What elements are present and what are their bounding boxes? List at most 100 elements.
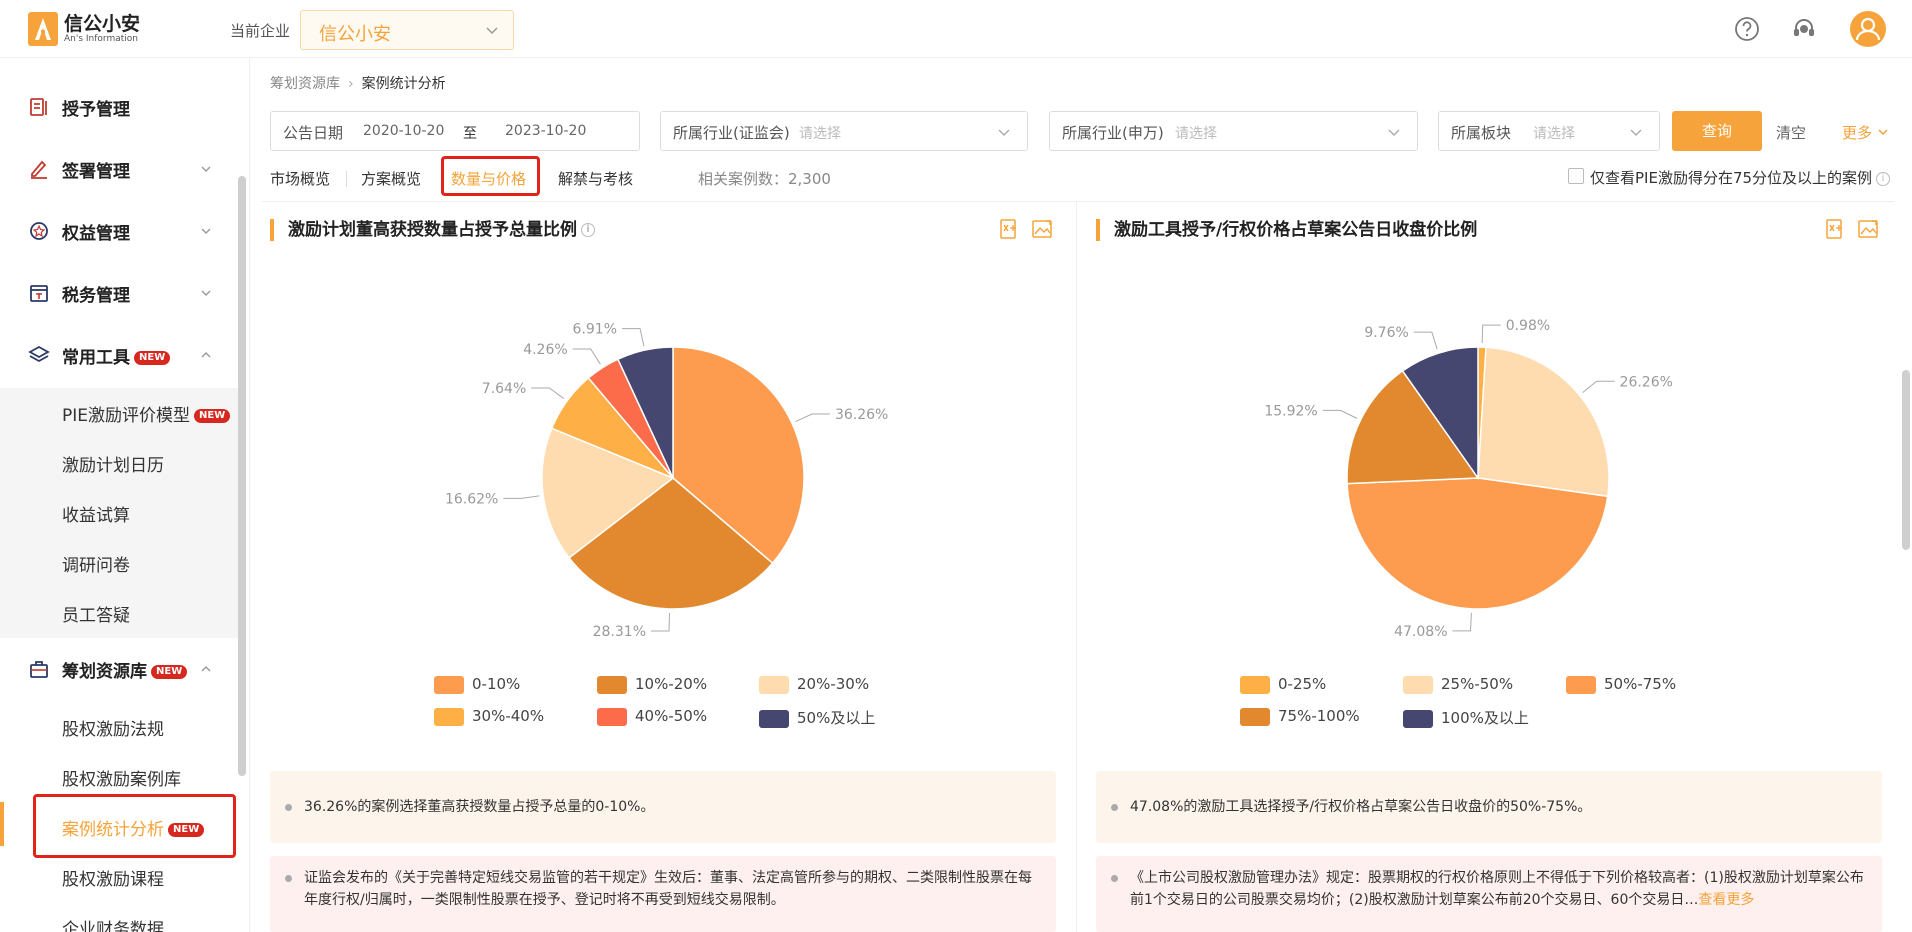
sidebar-subitem-calculator[interactable]: 收益试算: [0, 488, 240, 538]
sidebar-item-label: 授予管理: [62, 99, 130, 120]
legend-item[interactable]: 25%-50%: [1403, 675, 1513, 694]
sidebar-item-equity[interactable]: 权益管理: [0, 206, 240, 256]
label-leader-line: [1322, 409, 1358, 419]
sidebar-subitem-survey[interactable]: 调研问卷: [0, 538, 240, 588]
briefcase-icon: [30, 661, 48, 678]
help-icon[interactable]: [1734, 16, 1760, 42]
data-label: 28.31%: [593, 624, 646, 640]
label-leader-line: [1582, 380, 1615, 394]
sidebar-subitem-label: 股权激励课程: [62, 870, 164, 890]
chevron-down-icon: [201, 228, 211, 234]
tab-unlock-assessment[interactable]: 解禁与考核: [558, 168, 633, 189]
info-icon[interactable]: i: [1876, 171, 1891, 186]
date-range-filter[interactable]: 公告日期 2020-10-20 至 2023-10-20: [270, 111, 640, 151]
label-leader-line: [1413, 331, 1438, 350]
legend-item[interactable]: 30%-40%: [434, 707, 544, 726]
sidebar-subitem-calendar[interactable]: 激励计划日历: [0, 438, 240, 488]
document-icon: [30, 98, 47, 116]
tax-icon: [30, 285, 48, 302]
pie-slice[interactable]: [1346, 477, 1609, 610]
badge-icon: [30, 222, 48, 240]
legend-item[interactable]: 50%-75%: [1566, 675, 1676, 694]
industry-sw-select[interactable]: 所属行业(申万) 请选择: [1049, 111, 1418, 151]
export-image-icon[interactable]: [1031, 218, 1053, 240]
highlight-box-sidebar: [33, 794, 236, 858]
sidebar-item-sign[interactable]: 签署管理: [0, 144, 240, 194]
pie-filter-checkbox[interactable]: [1568, 168, 1584, 184]
insight-text: 36.26%的案例选择董高获授数量占授予总量的0-10%。: [304, 799, 655, 815]
tab-market-overview[interactable]: 市场概览: [270, 168, 330, 189]
user-avatar[interactable]: [1850, 11, 1886, 47]
industry-csrc-select[interactable]: 所属行业(证监会) 请选择: [660, 111, 1028, 151]
export-excel-icon[interactable]: [1824, 218, 1846, 240]
legend-item[interactable]: 20%-30%: [759, 675, 869, 694]
board-select[interactable]: 所属板块 请选择: [1438, 111, 1660, 151]
sidebar-subitem-faq[interactable]: 员工答疑: [0, 588, 240, 638]
pie-filter-checkbox-label: 仅查看PIE激励得分在75分位及以上的案例: [1590, 169, 1873, 187]
page-scrollbar[interactable]: [1902, 370, 1910, 550]
sidebar-subitem-courses[interactable]: 股权激励课程: [0, 852, 240, 902]
data-label: 16.62%: [445, 491, 498, 507]
insight-note-left: 36.26%的案例选择董高获授数量占授予总量的0-10%。: [270, 771, 1056, 843]
sidebar-subitem-financial-data[interactable]: 企业财务数据: [0, 902, 240, 932]
data-label: 7.64%: [482, 381, 526, 397]
pie-slice[interactable]: [1477, 346, 1610, 498]
sidebar-item-resources[interactable]: 筹划资源库 NEW: [0, 644, 240, 694]
legend-item[interactable]: 40%-50%: [597, 707, 707, 726]
view-more-link[interactable]: 查看更多: [1698, 892, 1754, 908]
export-image-icon[interactable]: [1857, 218, 1879, 240]
sidebar-scrollbar[interactable]: [238, 176, 246, 776]
breadcrumb-parent[interactable]: 筹划资源库: [270, 76, 340, 92]
chart-title-right: 激励工具授予/行权价格占草案公告日收盘价比例: [1096, 219, 1477, 241]
legend-item[interactable]: 10%-20%: [597, 675, 707, 694]
company-label: 当前企业: [230, 22, 291, 40]
data-label: 15.92%: [1264, 403, 1317, 419]
date-to-input[interactable]: 2023-10-20: [505, 123, 586, 139]
tab-plan-overview[interactable]: 方案概览: [361, 168, 421, 189]
data-label: 9.76%: [1364, 325, 1408, 341]
company-select-value: 信公小安: [319, 24, 391, 45]
pie-chart-right[interactable]: 0.98% 26.26% 47.08% 15.92% 9.76%: [1080, 250, 1890, 670]
legend-swatch: [434, 675, 464, 694]
data-label: 4.26%: [523, 342, 567, 358]
label-leader-line: [622, 328, 645, 347]
legend-swatch: [1240, 675, 1270, 694]
chevron-down-icon: [1630, 129, 1642, 136]
layers-icon: [28, 345, 50, 363]
sidebar-item-grant[interactable]: 授予管理: [0, 82, 240, 132]
logo-subtitle: An's Information: [64, 33, 138, 44]
industry-sw-label: 所属行业(申万): [1062, 124, 1164, 142]
chevron-up-icon: [201, 666, 211, 672]
legend-swatch: [759, 709, 789, 728]
legend-item[interactable]: 0-10%: [434, 675, 520, 694]
sidebar-item-tax[interactable]: 税务管理: [0, 268, 240, 318]
data-label: 6.91%: [573, 322, 617, 338]
logo-title: 信公小安: [64, 12, 141, 35]
logo[interactable]: 信公小安 An's Information: [28, 12, 140, 46]
logo-icon: [28, 12, 58, 46]
company-select[interactable]: 信公小安: [300, 10, 514, 50]
query-button[interactable]: 查询: [1672, 111, 1762, 151]
sidebar-item-tools[interactable]: 常用工具 NEW: [0, 330, 240, 380]
export-excel-icon[interactable]: [998, 218, 1020, 240]
legend-item[interactable]: 0-25%: [1240, 675, 1326, 694]
clear-button[interactable]: 清空: [1776, 122, 1806, 143]
sidebar-subitem-regulations[interactable]: 股权激励法规: [0, 702, 240, 752]
label-leader-line: [572, 348, 601, 365]
chevron-down-icon: [1878, 129, 1888, 136]
legend-item[interactable]: 50%及以上: [759, 707, 875, 728]
label-leader-line: [651, 612, 670, 632]
bullet-dot: [285, 804, 292, 811]
pie-chart-left[interactable]: 36.26% 28.31% 16.62% 7.64% 4.26% 6.91%: [262, 250, 1072, 670]
sidebar-subitem-pie-model[interactable]: PIE激励评价模型 NEW: [0, 388, 240, 438]
industry-csrc-label: 所属行业(证监会): [673, 124, 790, 142]
info-icon[interactable]: i: [581, 223, 595, 237]
customer-service-icon[interactable]: [1791, 16, 1817, 42]
sidebar-item-label: 筹划资源库 NEW: [62, 657, 188, 682]
legend-item[interactable]: 75%-100%: [1240, 707, 1360, 726]
date-from-input[interactable]: 2020-10-20: [363, 123, 444, 139]
legend-item[interactable]: 100%及以上: [1403, 707, 1529, 728]
chevron-down-icon: [201, 166, 211, 172]
label-leader-line: [531, 387, 565, 399]
more-filters-button[interactable]: 更多: [1842, 122, 1889, 143]
